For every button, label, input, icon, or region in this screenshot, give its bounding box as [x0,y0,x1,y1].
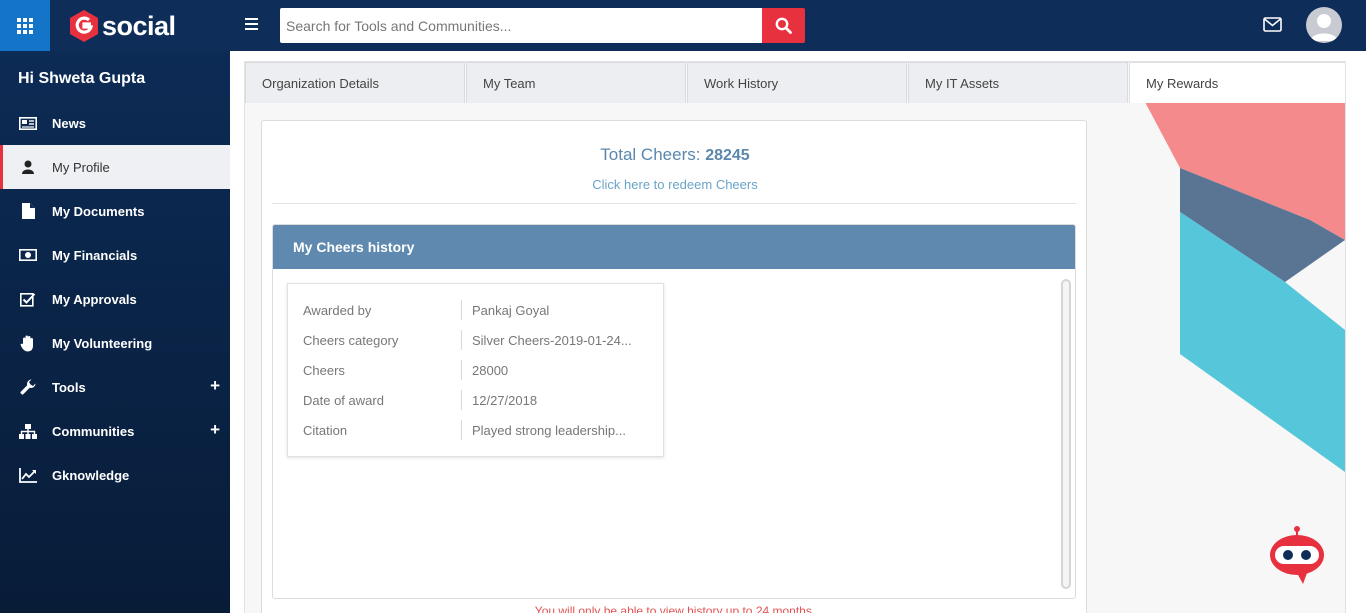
field-label: Citation [288,420,462,440]
sidebar-item-my-profile[interactable]: My Profile [0,145,230,189]
total-cheers-label: Total Cheers: [600,145,701,164]
sidebar-item-label: Communities [52,423,135,439]
search-button[interactable] [762,8,805,43]
money-icon [18,247,38,263]
decorative-shapes [1145,102,1345,472]
cheers-history-panel: My Cheers history Awarded by Pankaj Goya… [272,224,1076,599]
tab-my-it-assets[interactable]: My IT Assets [908,62,1128,103]
user-icon [18,159,38,175]
tab-my-rewards[interactable]: My Rewards [1129,62,1345,103]
user-greeting: Hi Shweta Gupta [18,70,146,87]
divider [272,203,1076,204]
field-label: Cheers [288,360,462,380]
field-value: 12/27/2018 [472,392,538,408]
total-cheers-value: 28245 [705,147,750,164]
sidebar-nav: News My Profile My Documents My Financia… [0,101,230,497]
brand-name: social [102,11,176,41]
sidebar-item-news[interactable]: News [0,101,230,145]
expand-icon[interactable]: + [210,421,220,438]
apps-grid-icon [17,17,33,34]
cheers-history-title: My Cheers history [273,225,1075,269]
sidebar-item-gknowledge[interactable]: Gknowledge [0,453,230,497]
rewards-card: Total Cheers: 28245 Click here to redeem… [261,120,1087,613]
tab-work-history[interactable]: Work History [687,62,907,103]
sidebar-item-label: My Profile [52,159,110,175]
sidebar-item-communities[interactable]: Communities + [0,409,230,453]
hand-icon [18,335,38,351]
sidebar-item-label: News [52,115,86,131]
top-bar: social [0,0,1366,51]
history-limit-note: You will only be able to view history up… [534,604,816,613]
search-input[interactable] [280,8,762,43]
tab-label: My Team [483,75,536,91]
tab-label: My Rewards [1146,75,1219,91]
sidebar-item-label: My Volunteering [52,335,153,351]
tab-label: Work History [704,75,779,91]
chart-icon [18,467,38,483]
logo-mark-icon [70,10,98,42]
newspaper-icon [18,115,38,131]
history-scrollbar[interactable] [1061,279,1071,589]
field-label: Awarded by [288,300,462,320]
tab-label: My IT Assets [925,75,1000,91]
total-cheers: Total Cheers: 28245 [262,145,1088,165]
record-row-category: Cheers category Silver Cheers-2019-01-24… [288,325,663,355]
record-row-citation: Citation Played strong leadership... [288,415,663,445]
field-value: 28000 [472,362,509,378]
apps-button[interactable] [0,0,50,51]
sidebar-item-label: My Financials [52,247,138,263]
main-content: Organization Details My Team Work Histor… [230,51,1366,613]
sidebar-item-my-volunteering[interactable]: My Volunteering [0,321,230,365]
tab-organization-details[interactable]: Organization Details [245,62,465,103]
cheers-record-card: Awarded by Pankaj Goyal Cheers category … [287,283,664,457]
sidebar-item-my-documents[interactable]: My Documents [0,189,230,233]
sidebar: Hi Shweta Gupta News My Profile My Docum… [0,51,230,613]
check-square-icon [18,291,38,307]
sidebar-item-label: Gknowledge [52,467,130,483]
sidebar-item-label: My Documents [52,203,145,219]
user-avatar-icon[interactable] [1306,7,1342,43]
record-row-awarded-by: Awarded by Pankaj Goyal [288,295,663,325]
record-row-cheers: Cheers 28000 [288,355,663,385]
sidebar-item-my-financials[interactable]: My Financials [0,233,230,277]
mail-icon[interactable] [1263,16,1282,33]
profile-panel: Organization Details My Team Work Histor… [244,61,1346,613]
field-label: Date of award [288,390,462,410]
tab-label: Organization Details [262,75,380,91]
wrench-icon [18,379,38,395]
field-value: Played strong leadership... [472,422,626,438]
field-label: Cheers category [288,330,462,350]
record-row-date: Date of award 12/27/2018 [288,385,663,415]
field-value: Silver Cheers-2019-01-24... [472,332,632,348]
profile-tabs: Organization Details My Team Work Histor… [245,62,1345,103]
sidebar-item-label: My Approvals [52,291,137,307]
sidebar-item-tools[interactable]: Tools + [0,365,230,409]
tab-my-team[interactable]: My Team [466,62,686,103]
redeem-cheers-link[interactable]: Click here to redeem Cheers [262,177,1088,192]
field-value: Pankaj Goyal [472,302,550,318]
sidebar-item-label: Tools [52,379,86,395]
sidebar-item-my-approvals[interactable]: My Approvals [0,277,230,321]
chatbot-icon[interactable] [1267,526,1327,588]
hamburger-icon[interactable] [245,18,258,30]
expand-icon[interactable]: + [210,377,220,394]
document-icon [18,203,38,219]
brand-logo[interactable]: social [70,10,176,42]
search-icon [775,17,792,34]
sitemap-icon [18,423,38,439]
